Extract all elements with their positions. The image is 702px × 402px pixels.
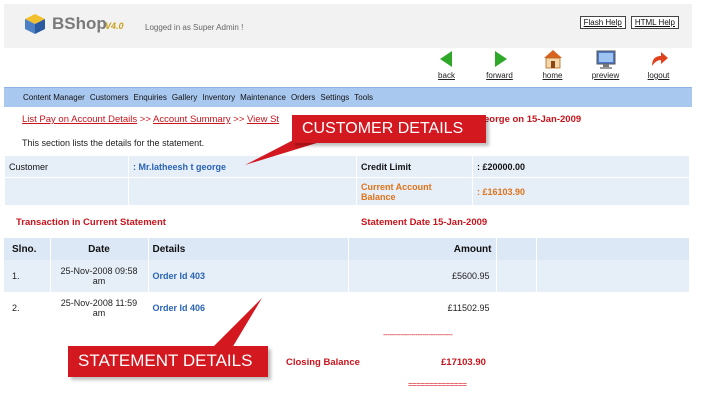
callout-pointers [212, 134, 320, 348]
statement-details-callout: STATEMENT DETAILS [68, 346, 268, 377]
statement-callout-pointer [212, 298, 262, 348]
customer-details-callout: CUSTOMER DETAILS [292, 115, 486, 143]
